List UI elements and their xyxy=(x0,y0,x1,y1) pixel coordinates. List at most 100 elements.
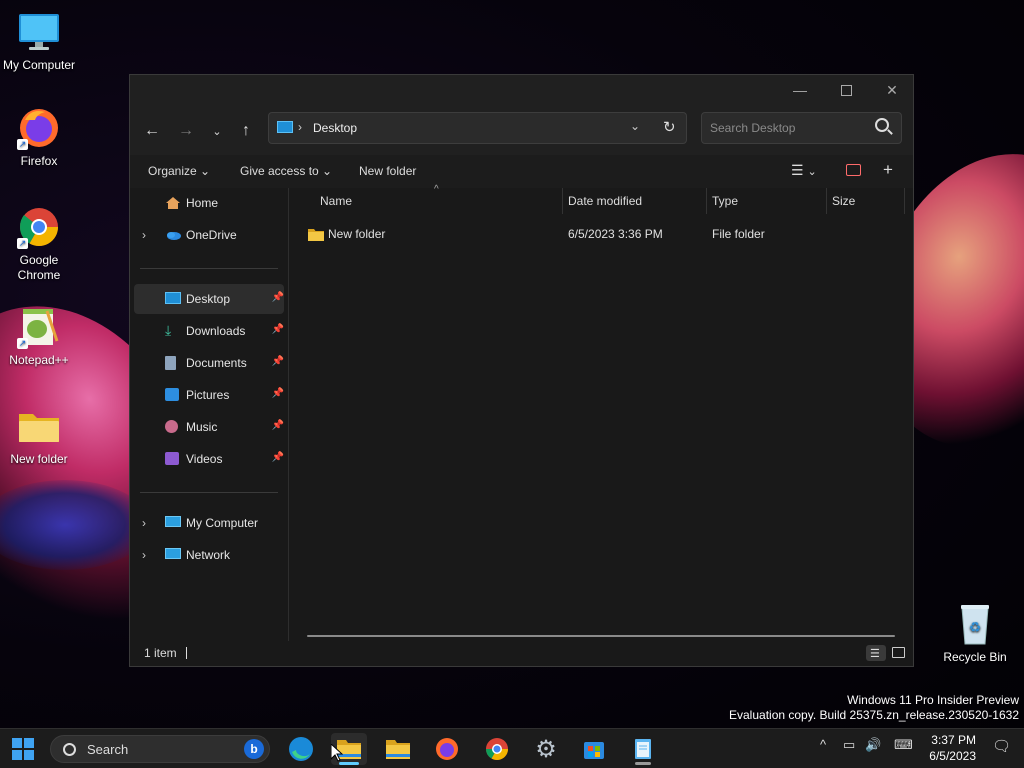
desktop-icon-new-folder[interactable]: New folder xyxy=(0,404,78,467)
up-button[interactable]: ↑ xyxy=(234,119,258,143)
taskbar-store[interactable] xyxy=(576,733,612,765)
horizontal-scrollbar[interactable] xyxy=(307,635,895,637)
maximize-icon xyxy=(840,84,852,96)
list-view-icon: ☰ xyxy=(791,162,804,178)
chevron-right-icon[interactable]: › xyxy=(142,228,146,242)
nav-item-pictures[interactable]: Pictures 📌 xyxy=(134,380,284,410)
column-header-date-modified[interactable]: Date modified xyxy=(568,194,642,208)
nav-item-downloads[interactable]: ⤓ Downloads 📌 xyxy=(134,316,284,346)
taskbar-search-box[interactable]: Search b xyxy=(50,735,270,763)
search-input[interactable]: Search Desktop xyxy=(710,121,795,135)
file-explorer-window[interactable]: — ✕ ← → ⌄ ↑ › Desktop ⌄ ↻ Search Desktop… xyxy=(129,74,914,667)
pin-icon[interactable]: 📌 xyxy=(272,388,284,399)
new-folder-button[interactable]: New folder xyxy=(359,164,416,178)
arrow-up-icon: ↑ xyxy=(242,122,250,139)
show-hidden-icons-button[interactable]: ^ xyxy=(820,737,826,752)
bing-icon[interactable]: b xyxy=(244,739,264,759)
minimize-button[interactable]: — xyxy=(777,75,823,105)
pin-icon[interactable]: 📌 xyxy=(272,420,284,431)
pin-icon[interactable]: 📌 xyxy=(272,292,284,303)
search-box[interactable]: Search Desktop xyxy=(701,112,902,144)
notification-icon: 🗨 xyxy=(992,738,1012,755)
forward-button[interactable]: → xyxy=(174,119,198,143)
column-divider[interactable] xyxy=(562,188,563,214)
title-bar[interactable]: — ✕ xyxy=(130,75,913,105)
nav-item-label: Desktop xyxy=(186,292,231,306)
taskbar-clock[interactable]: 3:37 PM 6/5/2023 xyxy=(929,732,976,764)
add-button[interactable]: + xyxy=(883,160,893,180)
start-button[interactable] xyxy=(5,733,41,765)
breadcrumb-separator-icon: › xyxy=(298,120,302,134)
nav-item-music[interactable]: Music 📌 xyxy=(134,412,284,442)
address-dropdown-icon[interactable]: ⌄ xyxy=(630,119,640,133)
pin-icon[interactable]: 📌 xyxy=(272,356,284,367)
mouse-cursor-icon xyxy=(331,744,343,762)
nav-item-label: Home xyxy=(186,196,219,210)
shortcut-arrow-icon: ↗ xyxy=(17,238,28,249)
column-header-size[interactable]: Size xyxy=(832,194,855,208)
desktop-icon-google-chrome[interactable]: ↗ Google Chrome xyxy=(0,205,78,283)
chevron-down-icon: ⌄ xyxy=(807,166,817,178)
column-header-type[interactable]: Type xyxy=(712,194,738,208)
taskbar-search-label: Search xyxy=(87,742,129,757)
desktop-icon-label: Google Chrome xyxy=(17,253,61,282)
desktop-icon-my-computer[interactable]: My Computer xyxy=(0,10,78,73)
nav-item-videos[interactable]: Videos 📌 xyxy=(134,444,284,474)
nav-item-onedrive[interactable]: › OneDrive xyxy=(134,220,284,250)
view-layout-button[interactable]: ☰ ⌄ xyxy=(791,162,817,179)
pin-icon[interactable]: 📌 xyxy=(272,324,284,335)
nav-item-my-computer[interactable]: › My Computer xyxy=(134,508,284,538)
taskbar-firefox[interactable] xyxy=(429,733,465,765)
large-icons-view-button[interactable] xyxy=(892,647,905,658)
maximize-button[interactable] xyxy=(823,75,869,105)
refresh-icon[interactable]: ↻ xyxy=(663,118,676,136)
taskbar-chrome[interactable] xyxy=(479,733,515,765)
nav-item-documents[interactable]: Documents 📌 xyxy=(134,348,284,378)
nav-item-label: Network xyxy=(186,548,231,562)
give-access-label: Give access to xyxy=(240,164,319,178)
back-button[interactable]: ← xyxy=(140,119,164,143)
nav-item-desktop[interactable]: Desktop 📌 xyxy=(134,284,284,314)
nav-item-home[interactable]: Home xyxy=(134,188,284,218)
edge-icon xyxy=(289,737,313,761)
desktop-icon xyxy=(277,121,293,133)
recent-locations-button[interactable]: ⌄ xyxy=(205,119,229,143)
chevron-right-icon[interactable]: › xyxy=(142,516,146,530)
chevron-down-icon: ⌄ xyxy=(322,164,333,178)
taskbar-settings[interactable]: ⚙ xyxy=(528,733,564,765)
chrome-icon: ↗ xyxy=(17,205,61,249)
nav-item-network[interactable]: › Network xyxy=(134,540,284,570)
chevron-right-icon[interactable]: › xyxy=(142,548,146,562)
volume-icon[interactable]: 🔊 xyxy=(865,737,881,753)
network-tray-icon[interactable]: ▭ xyxy=(843,737,855,753)
taskbar: Search b ⚙ ^ ▭ 🔊 ⌨ 3:37 PM 6/5/2023 🗨 xyxy=(0,728,1024,768)
column-divider[interactable] xyxy=(904,188,905,214)
file-list-pane[interactable]: ^ Name Date modified Type Size New folde… xyxy=(289,184,913,643)
address-bar[interactable]: › Desktop ⌄ ↻ xyxy=(268,112,687,144)
preview-pane-button[interactable] xyxy=(846,164,861,179)
column-divider[interactable] xyxy=(826,188,827,214)
keyboard-icon[interactable]: ⌨ xyxy=(894,737,913,753)
organize-label: Organize xyxy=(148,164,197,178)
chevron-down-icon: ⌄ xyxy=(200,164,211,178)
column-divider[interactable] xyxy=(706,188,707,214)
column-header-name[interactable]: Name xyxy=(320,194,352,208)
notifications-button[interactable]: 🗨 xyxy=(992,737,1011,755)
home-icon xyxy=(165,196,181,210)
pin-icon[interactable]: 📌 xyxy=(272,452,284,463)
breadcrumb-desktop[interactable]: Desktop xyxy=(313,121,357,135)
watermark-line-2: Evaluation copy. Build 25375.zn_release.… xyxy=(729,708,1019,722)
taskbar-edge[interactable] xyxy=(283,733,319,765)
notepad-icon xyxy=(635,739,651,759)
organize-button[interactable]: Organize ⌄ xyxy=(148,164,210,178)
desktop-icon-notepad-plus-plus[interactable]: ↗ Notepad++ xyxy=(0,305,78,368)
desktop-icon-recycle-bin[interactable]: ♻ Recycle Bin xyxy=(936,602,1014,665)
taskbar-notepad[interactable] xyxy=(625,733,661,765)
table-row[interactable]: New folder 6/5/2023 3:36 PM File folder xyxy=(303,224,903,246)
details-view-button[interactable]: ☰ xyxy=(866,645,886,661)
close-button[interactable]: ✕ xyxy=(869,75,915,105)
give-access-button[interactable]: Give access to ⌄ xyxy=(240,164,332,178)
desktop-icon-firefox[interactable]: ↗ Firefox xyxy=(0,106,78,169)
folder-icon xyxy=(17,404,61,448)
taskbar-file-explorer-2[interactable] xyxy=(380,733,416,765)
